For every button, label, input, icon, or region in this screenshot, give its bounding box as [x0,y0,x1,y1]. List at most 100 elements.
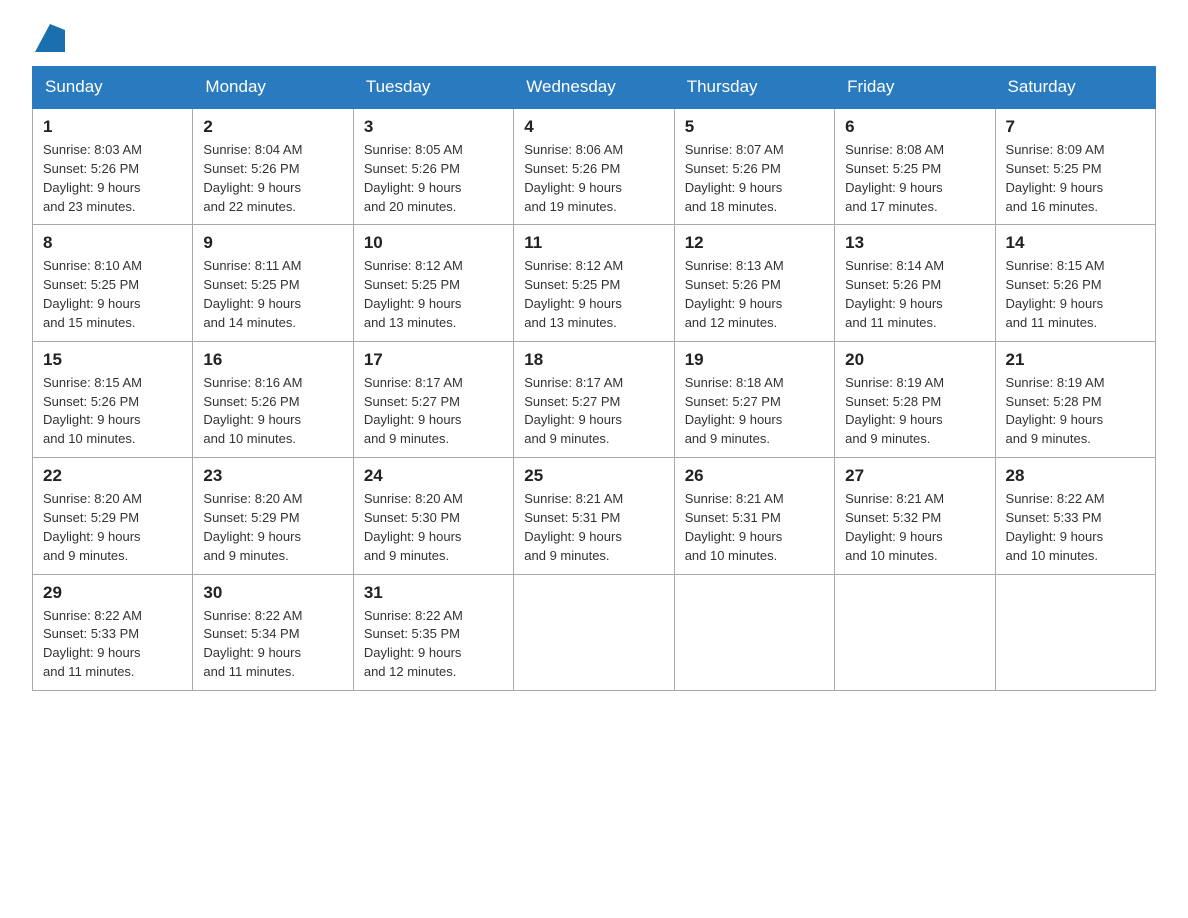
table-row [674,574,834,690]
day-info: Sunrise: 8:16 AMSunset: 5:26 PMDaylight:… [203,374,342,449]
header-friday: Friday [835,67,995,109]
day-info: Sunrise: 8:07 AMSunset: 5:26 PMDaylight:… [685,141,824,216]
day-number: 14 [1006,233,1145,253]
calendar-week-row: 1Sunrise: 8:03 AMSunset: 5:26 PMDaylight… [33,108,1156,225]
page-header [32,24,1156,48]
day-number: 27 [845,466,984,486]
table-row: 10 Sunrise: 8:12 AMSunset: 5:25 PMDayligh… [353,225,513,341]
day-info: Sunrise: 8:22 AMSunset: 5:35 PMDaylight:… [364,607,503,682]
day-info: Sunrise: 8:06 AMSunset: 5:26 PMDaylight:… [524,141,663,216]
day-number: 30 [203,583,342,603]
day-number: 17 [364,350,503,370]
day-info: Sunrise: 8:22 AMSunset: 5:34 PMDaylight:… [203,607,342,682]
table-row: 30 Sunrise: 8:22 AMSunset: 5:34 PMDayligh… [193,574,353,690]
day-info: Sunrise: 8:12 AMSunset: 5:25 PMDaylight:… [524,257,663,332]
table-row [514,574,674,690]
day-info: Sunrise: 8:15 AMSunset: 5:26 PMDaylight:… [43,374,182,449]
logo-icon [35,24,65,52]
day-number: 6 [845,117,984,137]
day-number: 16 [203,350,342,370]
day-info: Sunrise: 8:18 AMSunset: 5:27 PMDaylight:… [685,374,824,449]
table-row: 29 Sunrise: 8:22 AMSunset: 5:33 PMDayligh… [33,574,193,690]
logo [32,24,65,48]
day-number: 24 [364,466,503,486]
day-info: Sunrise: 8:17 AMSunset: 5:27 PMDaylight:… [524,374,663,449]
table-row: 12 Sunrise: 8:13 AMSunset: 5:26 PMDayligh… [674,225,834,341]
table-row: 4 Sunrise: 8:06 AMSunset: 5:26 PMDaylight… [514,108,674,225]
day-number: 25 [524,466,663,486]
table-row: 9 Sunrise: 8:11 AMSunset: 5:25 PMDaylight… [193,225,353,341]
day-info: Sunrise: 8:21 AMSunset: 5:31 PMDaylight:… [685,490,824,565]
day-number: 13 [845,233,984,253]
header-sunday: Sunday [33,67,193,109]
calendar-week-row: 22 Sunrise: 8:20 AMSunset: 5:29 PMDayligh… [33,458,1156,574]
table-row: 20Sunrise: 8:19 AMSunset: 5:28 PMDayligh… [835,341,995,457]
day-info: Sunrise: 8:22 AMSunset: 5:33 PMDaylight:… [43,607,182,682]
header-thursday: Thursday [674,67,834,109]
table-row [995,574,1155,690]
calendar-week-row: 29 Sunrise: 8:22 AMSunset: 5:33 PMDayligh… [33,574,1156,690]
day-info: Sunrise: 8:13 AMSunset: 5:26 PMDaylight:… [685,257,824,332]
day-number: 15 [43,350,182,370]
header-wednesday: Wednesday [514,67,674,109]
weekday-header-row: Sunday Monday Tuesday Wednesday Thursday… [33,67,1156,109]
day-info: Sunrise: 8:11 AMSunset: 5:25 PMDaylight:… [203,257,342,332]
day-info: Sunrise: 8:21 AMSunset: 5:32 PMDaylight:… [845,490,984,565]
day-info: Sunrise: 8:15 AMSunset: 5:26 PMDaylight:… [1006,257,1145,332]
day-number: 18 [524,350,663,370]
table-row: 14 Sunrise: 8:15 AMSunset: 5:26 PMDayligh… [995,225,1155,341]
day-info: Sunrise: 8:03 AMSunset: 5:26 PMDaylight:… [43,141,182,216]
day-number: 9 [203,233,342,253]
table-row: 3Sunrise: 8:05 AMSunset: 5:26 PMDaylight… [353,108,513,225]
day-number: 26 [685,466,824,486]
table-row: 31 Sunrise: 8:22 AMSunset: 5:35 PMDayligh… [353,574,513,690]
day-number: 21 [1006,350,1145,370]
day-number: 23 [203,466,342,486]
day-number: 11 [524,233,663,253]
day-info: Sunrise: 8:12 AMSunset: 5:25 PMDaylight:… [364,257,503,332]
day-info: Sunrise: 8:19 AMSunset: 5:28 PMDaylight:… [845,374,984,449]
table-row: 7Sunrise: 8:09 AMSunset: 5:25 PMDaylight… [995,108,1155,225]
day-number: 12 [685,233,824,253]
day-info: Sunrise: 8:08 AMSunset: 5:25 PMDaylight:… [845,141,984,216]
header-monday: Monday [193,67,353,109]
header-tuesday: Tuesday [353,67,513,109]
table-row: 25 Sunrise: 8:21 AMSunset: 5:31 PMDayligh… [514,458,674,574]
table-row: 26 Sunrise: 8:21 AMSunset: 5:31 PMDayligh… [674,458,834,574]
calendar-week-row: 15 Sunrise: 8:15 AMSunset: 5:26 PMDayligh… [33,341,1156,457]
table-row: 18 Sunrise: 8:17 AMSunset: 5:27 PMDayligh… [514,341,674,457]
day-info: Sunrise: 8:21 AMSunset: 5:31 PMDaylight:… [524,490,663,565]
day-number: 22 [43,466,182,486]
day-number: 10 [364,233,503,253]
table-row: 8Sunrise: 8:10 AMSunset: 5:25 PMDaylight… [33,225,193,341]
table-row: 24Sunrise: 8:20 AMSunset: 5:30 PMDayligh… [353,458,513,574]
table-row: 19 Sunrise: 8:18 AMSunset: 5:27 PMDayligh… [674,341,834,457]
table-row: 22Sunrise: 8:20 AMSunset: 5:29 PMDayligh… [33,458,193,574]
table-row: 21 Sunrise: 8:19 AMSunset: 5:28 PMDayligh… [995,341,1155,457]
table-row: 5Sunrise: 8:07 AMSunset: 5:26 PMDaylight… [674,108,834,225]
day-info: Sunrise: 8:10 AMSunset: 5:25 PMDaylight:… [43,257,182,332]
calendar-table: Sunday Monday Tuesday Wednesday Thursday… [32,66,1156,691]
table-row: 27 Sunrise: 8:21 AMSunset: 5:32 PMDayligh… [835,458,995,574]
day-info: Sunrise: 8:14 AMSunset: 5:26 PMDaylight:… [845,257,984,332]
day-info: Sunrise: 8:22 AMSunset: 5:33 PMDaylight:… [1006,490,1145,565]
day-info: Sunrise: 8:09 AMSunset: 5:25 PMDaylight:… [1006,141,1145,216]
calendar-week-row: 8Sunrise: 8:10 AMSunset: 5:25 PMDaylight… [33,225,1156,341]
table-row: 6 Sunrise: 8:08 AMSunset: 5:25 PMDaylight… [835,108,995,225]
day-number: 3 [364,117,503,137]
table-row: 11 Sunrise: 8:12 AMSunset: 5:25 PMDayligh… [514,225,674,341]
day-info: Sunrise: 8:04 AMSunset: 5:26 PMDaylight:… [203,141,342,216]
table-row: 2Sunrise: 8:04 AMSunset: 5:26 PMDaylight… [193,108,353,225]
day-info: Sunrise: 8:20 AMSunset: 5:29 PMDaylight:… [203,490,342,565]
day-info: Sunrise: 8:19 AMSunset: 5:28 PMDaylight:… [1006,374,1145,449]
table-row: 1Sunrise: 8:03 AMSunset: 5:26 PMDaylight… [33,108,193,225]
day-number: 28 [1006,466,1145,486]
day-number: 31 [364,583,503,603]
header-saturday: Saturday [995,67,1155,109]
day-number: 29 [43,583,182,603]
day-number: 4 [524,117,663,137]
table-row: 17 Sunrise: 8:17 AMSunset: 5:27 PMDayligh… [353,341,513,457]
day-number: 19 [685,350,824,370]
day-info: Sunrise: 8:17 AMSunset: 5:27 PMDaylight:… [364,374,503,449]
table-row: 16 Sunrise: 8:16 AMSunset: 5:26 PMDayligh… [193,341,353,457]
